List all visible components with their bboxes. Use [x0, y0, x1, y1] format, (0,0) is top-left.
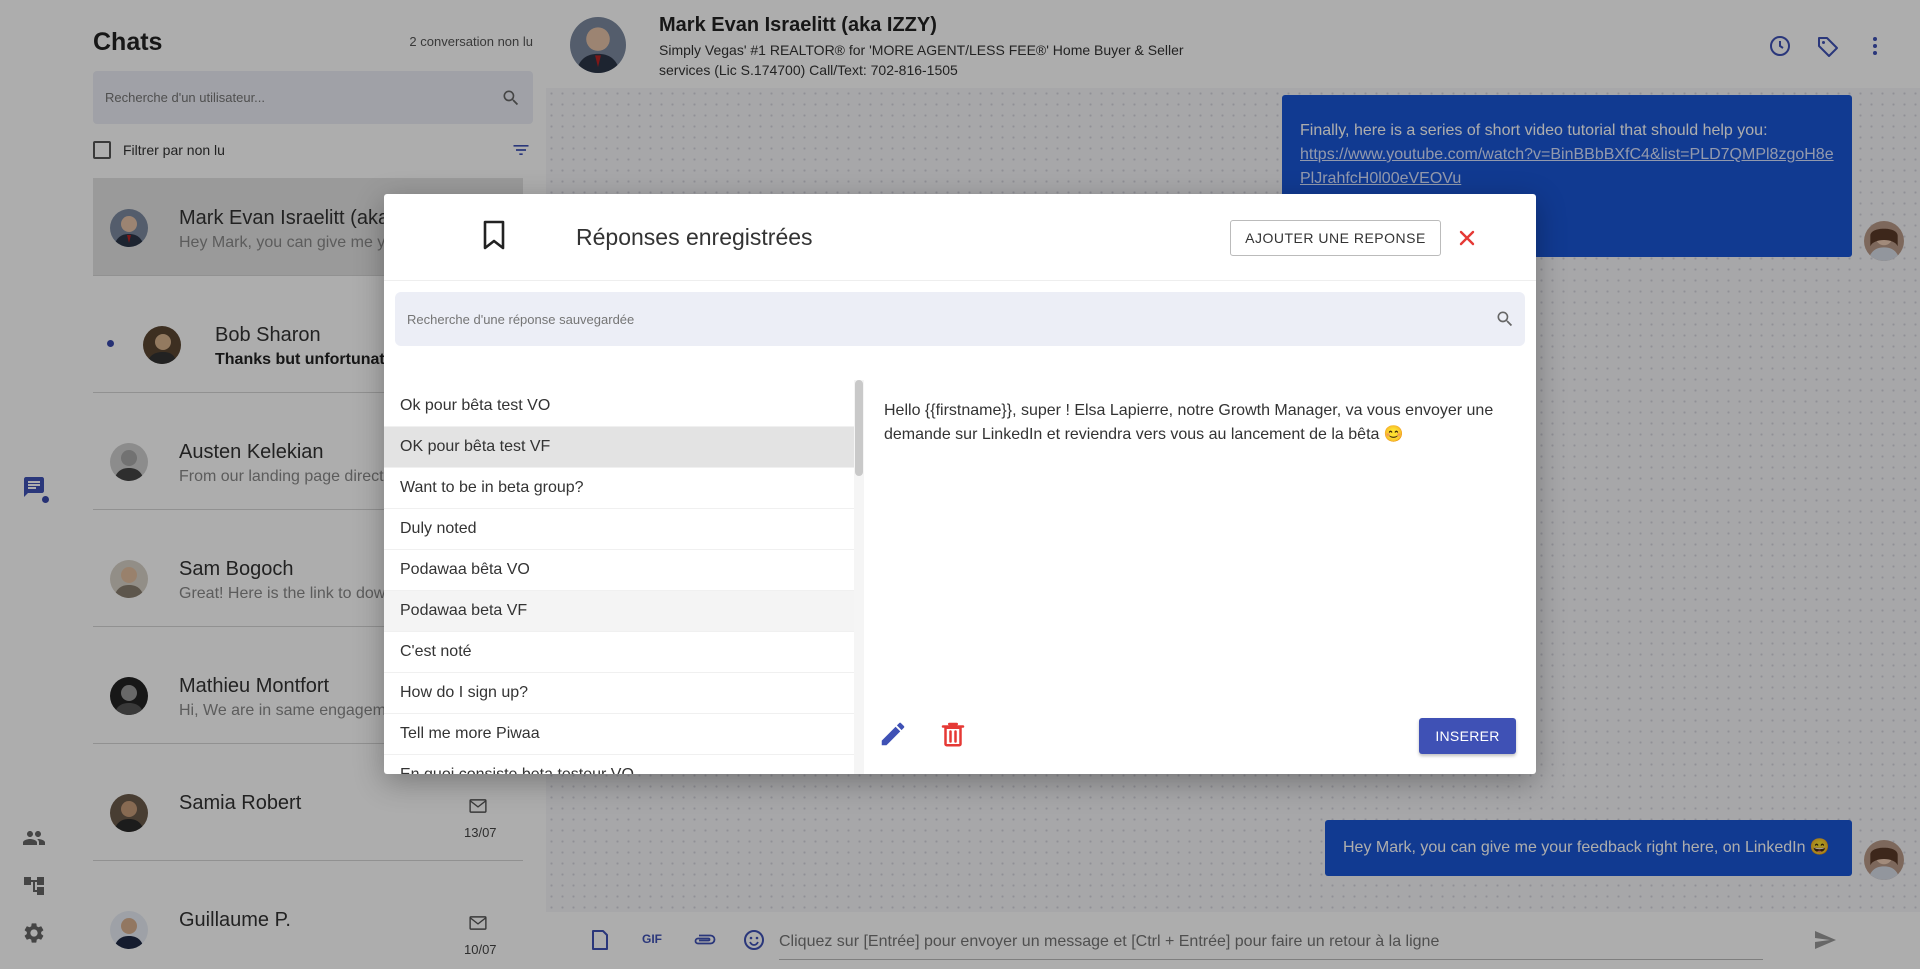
dialog-title: Réponses enregistrées: [576, 224, 813, 250]
response-item[interactable]: How do I sign up?: [384, 673, 854, 714]
response-item[interactable]: Tell me more Piwaa: [384, 714, 854, 755]
add-response-button[interactable]: AJOUTER UNE REPONSE: [1230, 220, 1441, 256]
divider: [384, 280, 1536, 281]
response-item[interactable]: Podawaa beta VF: [384, 591, 854, 632]
close-icon[interactable]: [1455, 226, 1479, 250]
saved-responses-dialog: Réponses enregistrées AJOUTER UNE REPONS…: [384, 194, 1536, 774]
response-preview: Hello {{firstname}}, super ! Elsa Lapier…: [884, 402, 1494, 443]
response-item[interactable]: En quoi consiste beta testeur VO: [384, 755, 854, 774]
list-scrollbar-thumb[interactable]: [855, 380, 863, 476]
response-item[interactable]: Want to be in beta group?: [384, 468, 854, 509]
bookmark-icon: [483, 220, 505, 250]
response-search: [395, 292, 1525, 346]
response-item[interactable]: C'est noté: [384, 632, 854, 673]
delete-icon[interactable]: [938, 719, 968, 749]
response-search-input[interactable]: [395, 292, 1445, 346]
edit-icon[interactable]: [878, 719, 908, 749]
saved-responses-list: Ok pour bêta test VO OK pour bêta test V…: [384, 386, 854, 774]
insert-button[interactable]: INSERER: [1419, 718, 1516, 754]
response-item[interactable]: Ok pour bêta test VO: [384, 386, 854, 427]
response-item[interactable]: Podawaa bêta VO: [384, 550, 854, 591]
response-item[interactable]: OK pour bêta test VF: [384, 427, 854, 468]
search-icon[interactable]: [1495, 309, 1515, 329]
response-item[interactable]: Duly noted: [384, 509, 854, 550]
